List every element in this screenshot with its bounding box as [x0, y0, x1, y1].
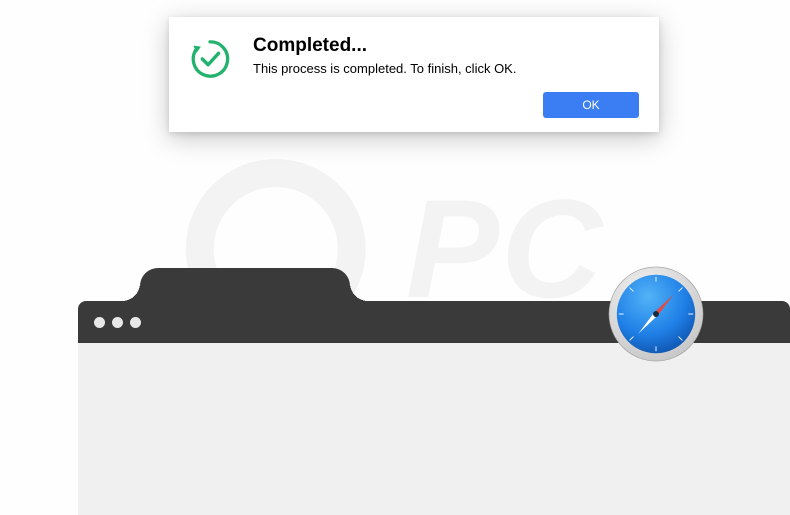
- dialog-actions: OK: [189, 92, 639, 118]
- window-maximize-icon[interactable]: [130, 317, 141, 328]
- check-circle-refresh-icon: [189, 38, 231, 80]
- safari-compass-icon: [607, 265, 705, 363]
- window-controls: [94, 317, 141, 328]
- window-close-icon[interactable]: [94, 317, 105, 328]
- browser-content: [78, 343, 790, 515]
- window-minimize-icon[interactable]: [112, 317, 123, 328]
- dialog-message: This process is completed. To finish, cl…: [253, 61, 639, 76]
- dialog-text-block: Completed... This process is completed. …: [253, 35, 639, 76]
- browser-tab[interactable]: [140, 268, 350, 301]
- completed-dialog: Completed... This process is completed. …: [169, 17, 659, 132]
- dialog-content: Completed... This process is completed. …: [189, 35, 639, 80]
- ok-button[interactable]: OK: [543, 92, 639, 118]
- dialog-title: Completed...: [253, 35, 639, 57]
